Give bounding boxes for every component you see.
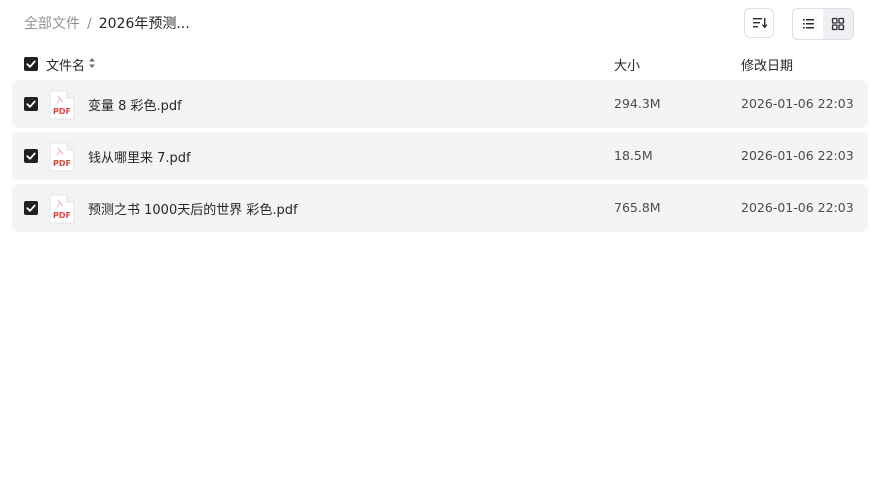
file-row[interactable]: PDF 预测之书 1000天后的世界 彩色.pdf 765.8M 2026-01… [12, 184, 868, 232]
file-name[interactable]: 预测之书 1000天后的世界 彩色.pdf [88, 199, 298, 218]
breadcrumb-root-link[interactable]: 全部文件 [24, 16, 80, 32]
list-view-icon [803, 19, 814, 29]
pdf-file-icon: PDF [49, 90, 75, 120]
select-all-checkbox[interactable] [24, 57, 38, 71]
file-name[interactable]: 钱从哪里来 7.pdf [88, 147, 191, 166]
file-row[interactable]: PDF 变量 8 彩色.pdf 294.3M 2026-01-06 22:03 [12, 80, 868, 128]
column-header-size[interactable]: 大小 [614, 55, 640, 74]
column-header-name[interactable]: 文件名 [46, 55, 85, 74]
breadcrumb-current: 2026年预测... [98, 16, 190, 32]
top-bar: 全部文件 / 2026年预测... [0, 0, 878, 48]
table-header: 文件名 大小 修改日期 [12, 52, 868, 76]
row-checkbox[interactable] [24, 149, 38, 163]
grid-view-button[interactable] [823, 9, 853, 39]
file-date: 2026-01-06 22:03 [741, 200, 854, 215]
file-date: 2026-01-06 22:03 [741, 148, 854, 163]
file-size: 765.8M [614, 200, 661, 215]
row-checkbox[interactable] [24, 201, 38, 215]
grid-view-icon [831, 17, 845, 31]
pdf-icon-label: PDF [53, 159, 71, 168]
row-checkbox[interactable] [24, 97, 38, 111]
breadcrumb: 全部文件 / 2026年预测... [24, 15, 190, 33]
file-name[interactable]: 变量 8 彩色.pdf [88, 95, 182, 114]
file-browser: 全部文件 / 2026年预测... 文件名 大小 修改日期 PDF 变量 8 彩色.… [0, 0, 878, 495]
sort-arrows-icon[interactable] [88, 57, 96, 69]
file-row[interactable]: PDF 钱从哪里来 7.pdf 18.5M 2026-01-06 22:03 [12, 132, 868, 180]
check-icon [26, 60, 36, 68]
file-size: 18.5M [614, 148, 653, 163]
file-date: 2026-01-06 22:03 [741, 96, 854, 111]
list-view-button[interactable] [793, 9, 823, 39]
view-toggle-group [792, 8, 854, 40]
check-icon [26, 100, 36, 108]
pdf-file-icon: PDF [49, 194, 75, 224]
breadcrumb-separator: / [87, 16, 92, 32]
sort-button[interactable] [744, 8, 774, 38]
sort-icon [753, 18, 768, 29]
pdf-icon-label: PDF [53, 211, 71, 220]
file-list: PDF 变量 8 彩色.pdf 294.3M 2026-01-06 22:03 … [12, 80, 868, 236]
check-icon [26, 204, 36, 212]
column-header-date[interactable]: 修改日期 [741, 55, 793, 74]
file-size: 294.3M [614, 96, 661, 111]
check-icon [26, 152, 36, 160]
pdf-icon-label: PDF [53, 107, 71, 116]
pdf-file-icon: PDF [49, 142, 75, 172]
